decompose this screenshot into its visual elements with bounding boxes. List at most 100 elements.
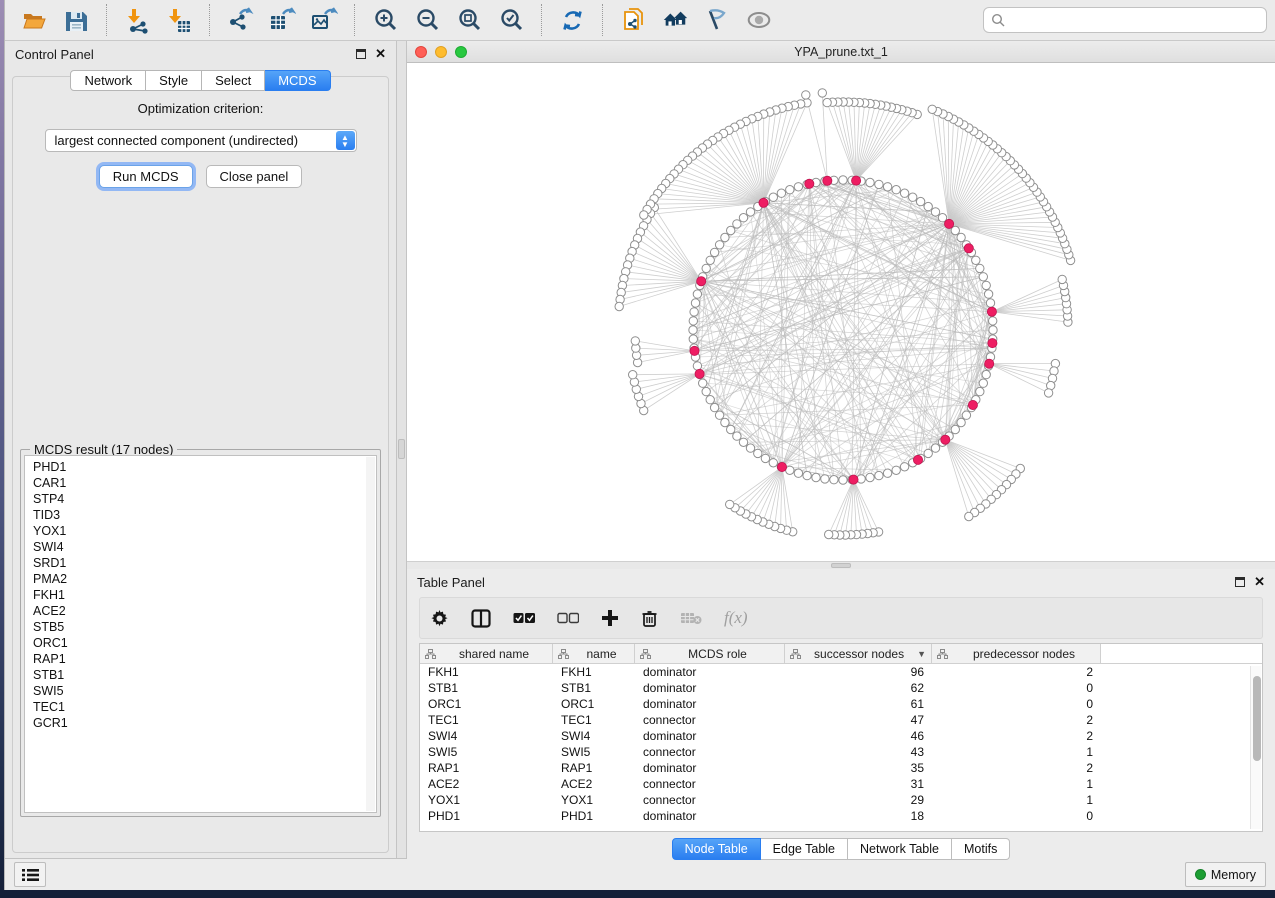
share-document-icon[interactable] [619,6,647,34]
close-panel-icon[interactable]: ✕ [375,49,386,59]
table-row[interactable]: PHD1PHD1dominator180 [420,808,1262,824]
mcds-result-item[interactable]: PHD1 [33,459,376,475]
table-cell[interactable]: RAP1 [553,760,635,776]
table-cell[interactable]: dominator [635,696,785,712]
column-header-successor-nodes[interactable]: successor nodes▼ [785,644,932,663]
table-cell[interactable]: 0 [932,696,1101,712]
table-cell[interactable]: 43 [785,744,932,760]
table-scrollbar[interactable] [1250,666,1261,829]
table-cell[interactable]: PHD1 [553,808,635,824]
export-network-icon[interactable] [226,6,254,34]
table-row[interactable]: RAP1RAP1dominator352 [420,760,1262,776]
table-cell[interactable]: ACE2 [420,776,553,792]
table-cell[interactable]: connector [635,776,785,792]
network-canvas[interactable] [407,63,1275,561]
mcds-result-item[interactable]: YOX1 [33,523,376,539]
criterion-dropdown[interactable]: largest connected component (undirected)… [45,129,357,152]
table-cell[interactable]: connector [635,744,785,760]
mcds-result-item[interactable]: SWI5 [33,683,376,699]
task-history-button[interactable] [14,862,46,887]
tab-mcds[interactable]: MCDS [265,70,330,91]
table-cell[interactable]: 31 [785,776,932,792]
splitter-grip[interactable] [398,439,405,459]
mcds-result-list[interactable]: PHD1CAR1STP4TID3YOX1SWI4SRD1PMA2FKH1ACE2… [24,455,377,813]
vertical-splitter[interactable] [397,41,407,858]
table-row[interactable]: SWI4SWI4dominator462 [420,728,1262,744]
table-cell[interactable]: 18 [785,808,932,824]
zoom-fit-icon[interactable] [455,6,483,34]
mcds-result-item[interactable]: GCR1 [33,715,376,731]
settings-gear-icon[interactable] [430,609,449,628]
zoom-selected-icon[interactable] [497,6,525,34]
table-cell[interactable]: YOX1 [553,792,635,808]
split-panel-icon[interactable] [471,609,491,628]
mcds-result-item[interactable]: STB1 [33,667,376,683]
mcds-result-item[interactable]: RAP1 [33,651,376,667]
network-home-icon[interactable] [661,6,689,34]
table-cell[interactable]: ORC1 [553,696,635,712]
select-all-checkboxes-icon[interactable] [513,612,535,624]
show-graphics-details-icon[interactable] [745,6,773,34]
network-graph[interactable] [407,63,1275,561]
table-scrollbar-thumb[interactable] [1253,676,1261,761]
search-input[interactable] [983,7,1267,33]
tab-motifs[interactable]: Motifs [952,838,1010,860]
mcds-result-item[interactable]: SRD1 [33,555,376,571]
mcds-result-item[interactable]: PMA2 [33,571,376,587]
table-cell[interactable]: 2 [932,712,1101,728]
refresh-layout-icon[interactable] [558,6,586,34]
table-cell[interactable]: ORC1 [420,696,553,712]
table-cell[interactable]: 2 [932,728,1101,744]
node-table[interactable]: shared namenameMCDS rolesuccessor nodes▼… [419,643,1263,832]
table-cell[interactable]: ACE2 [553,776,635,792]
memory-button[interactable]: Memory [1185,862,1266,887]
table-cell[interactable]: 1 [932,776,1101,792]
table-cell[interactable]: 0 [932,808,1101,824]
horizontal-splitter[interactable] [407,561,1275,569]
table-cell[interactable]: 96 [785,664,932,680]
close-panel-button[interactable]: Close panel [206,165,303,188]
float-panel-icon[interactable] [1235,577,1245,587]
table-cell[interactable]: SWI4 [420,728,553,744]
table-cell[interactable]: STB1 [420,680,553,696]
mcds-result-item[interactable]: STB5 [33,619,376,635]
open-file-icon[interactable] [20,6,48,34]
splitter-grip[interactable] [831,563,851,568]
table-cell[interactable]: 29 [785,792,932,808]
table-cell[interactable]: 61 [785,696,932,712]
zoom-in-icon[interactable] [371,6,399,34]
tab-network[interactable]: Network [70,70,146,91]
style-preview-icon[interactable] [703,6,731,34]
table-cell[interactable]: dominator [635,728,785,744]
deselect-all-checkboxes-icon[interactable] [557,612,579,624]
export-image-icon[interactable] [310,6,338,34]
table-cell[interactable]: YOX1 [420,792,553,808]
add-column-icon[interactable] [601,609,619,627]
table-cell[interactable]: SWI5 [553,744,635,760]
import-network-icon[interactable] [123,6,151,34]
table-cell[interactable]: FKH1 [420,664,553,680]
table-cell[interactable]: connector [635,712,785,728]
mcds-result-item[interactable]: SWI4 [33,539,376,555]
table-cell[interactable]: dominator [635,680,785,696]
table-cell[interactable]: 1 [932,792,1101,808]
mcds-result-item[interactable]: STP4 [33,491,376,507]
delete-columns-icon[interactable] [641,609,658,628]
table-row[interactable]: ORC1ORC1dominator610 [420,696,1262,712]
table-cell[interactable]: 2 [932,664,1101,680]
table-cell[interactable]: FKH1 [553,664,635,680]
table-cell[interactable]: TEC1 [553,712,635,728]
table-row[interactable]: STB1STB1dominator620 [420,680,1262,696]
column-header-shared-name[interactable]: shared name [420,644,553,663]
table-cell[interactable]: 2 [932,760,1101,776]
export-table-icon[interactable] [268,6,296,34]
table-cell[interactable]: 35 [785,760,932,776]
table-cell[interactable]: 62 [785,680,932,696]
table-cell[interactable]: SWI4 [553,728,635,744]
table-cell[interactable]: PHD1 [420,808,553,824]
mcds-result-item[interactable]: CAR1 [33,475,376,491]
table-cell[interactable]: 1 [932,744,1101,760]
table-cell[interactable]: RAP1 [420,760,553,776]
mcds-list-scroll-track[interactable] [366,457,375,811]
mcds-result-item[interactable]: ORC1 [33,635,376,651]
